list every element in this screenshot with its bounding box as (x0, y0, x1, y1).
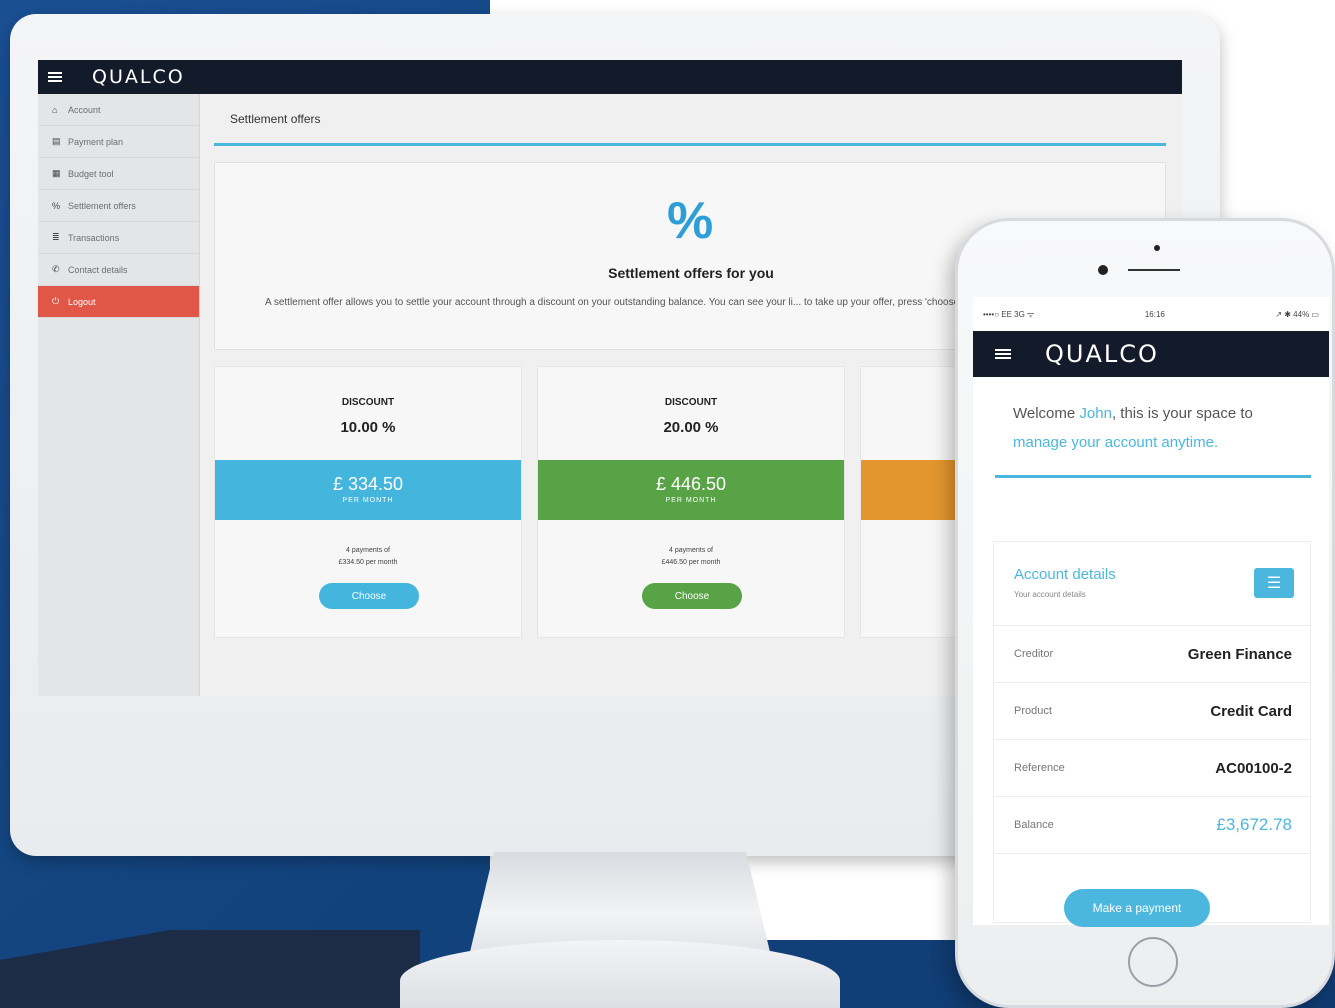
sidebar-item-label: Contact details (68, 264, 128, 275)
sidebar-item-account[interactable]: ⌂ Account (38, 94, 199, 126)
offer-amount-sub: PER MONTH (342, 497, 394, 504)
offer-card: DISCOUNT 20.00 % £ 446.50 PER MONTH 4 pa… (537, 366, 845, 638)
monitor-neck (470, 852, 770, 952)
phone-camera (1098, 265, 1108, 275)
welcome-message: Welcome John, this is your space to mana… (973, 377, 1329, 457)
sidebar-item-label: Transactions (68, 232, 120, 243)
hamburger-menu-icon[interactable] (48, 72, 62, 82)
offer-percent: 20.00 % (663, 419, 719, 436)
brand-logo: QUALCO (1045, 340, 1159, 368)
welcome-text: anytime. (1157, 434, 1219, 451)
sidebar-item-contact-details[interactable]: ✆ Contact details (38, 254, 199, 286)
sidebar: ⌂ Account ▤ Payment plan ▦ Budget tool %… (38, 94, 200, 696)
make-payment-button[interactable]: Make a payment (1064, 889, 1210, 927)
row-value: £3,672.78 (1216, 815, 1292, 834)
status-battery: ↗ ✱ 44% ▭ (1275, 309, 1319, 319)
mobile-phone: ••••○ EE 3G ᯤ 16:16 ↗ ✱ 44% ▭ QUALCO Wel… (955, 218, 1335, 1008)
calculator-icon: ▦ (52, 168, 61, 178)
sidebar-item-budget-tool[interactable]: ▦ Budget tool (38, 158, 199, 190)
welcome-divider (995, 475, 1311, 478)
choose-button[interactable]: Choose (642, 583, 742, 609)
account-details-subtitle: Your account details (1014, 590, 1086, 599)
offer-note-line: £334.50 per month (338, 559, 398, 566)
phone-icon: ✆ (52, 264, 60, 274)
row-label: Balance (1014, 819, 1054, 831)
offer-amount-band: £ 446.50 PER MONTH (538, 460, 844, 520)
account-row-creditor: Creditor Green Finance (994, 626, 1310, 683)
offer-percent: 10.00 % (340, 419, 396, 436)
sidebar-item-label: Logout (68, 296, 96, 307)
account-details-header: Account details Your account details ☰ (994, 542, 1310, 626)
row-label: Reference (1014, 762, 1065, 774)
offer-amount: £ 334.50 (332, 474, 404, 494)
page-title: Settlement offers (230, 112, 321, 126)
sidebar-item-label: Account (68, 104, 101, 115)
account-row-balance: Balance £3,672.78 (994, 797, 1310, 854)
sidebar-item-label: Budget tool (68, 168, 114, 179)
percent-icon: % (667, 192, 714, 250)
desktop-topbar: QUALCO (38, 60, 1182, 94)
welcome-text: Welcome (1013, 405, 1080, 422)
status-carrier: ••••○ EE 3G ᯤ (983, 309, 1035, 319)
offer-card: DISCOUNT 10.00 % £ 334.50 PER MONTH 4 pa… (214, 366, 522, 638)
offer-note-line: 4 payments of (669, 547, 713, 554)
manage-account-link[interactable]: manage your account (1013, 434, 1157, 451)
welcome-text: , this is your space to (1111, 405, 1253, 422)
brand-logo: QUALCO (92, 66, 185, 88)
phone-home-button[interactable] (1128, 937, 1178, 987)
account-row-reference: Reference AC00100-2 (994, 740, 1310, 797)
offer-amount-band: £ 334.50 PER MONTH (215, 460, 521, 520)
sidebar-item-payment-plan[interactable]: ▤ Payment plan (38, 126, 199, 158)
offer-note-line: £446.50 per month (661, 559, 721, 566)
phone-sensor (1154, 245, 1160, 251)
account-details-card: Account details Your account details ☰ C… (993, 541, 1311, 923)
percent-icon: % (52, 200, 61, 211)
row-value: Credit Card (1210, 702, 1292, 720)
home-icon: ⌂ (52, 104, 58, 115)
status-bar: ••••○ EE 3G ᯤ 16:16 ↗ ✱ 44% ▭ (973, 297, 1329, 331)
id-card-icon: ☰ (1254, 568, 1294, 598)
sidebar-item-settlement-offers[interactable]: % Settlement offers (38, 190, 199, 222)
offer-note-line: 4 payments of (346, 547, 390, 554)
row-label: Product (1014, 705, 1052, 717)
offer-note: 4 payments of £334.50 per month (215, 545, 521, 569)
user-name: John (1079, 405, 1112, 422)
sidebar-item-transactions[interactable]: ≣ Transactions (38, 222, 199, 254)
mobile-app: ••••○ EE 3G ᯤ 16:16 ↗ ✱ 44% ▭ QUALCO Wel… (973, 297, 1329, 925)
row-value: Green Finance (1187, 645, 1292, 663)
phone-speaker (1128, 269, 1180, 271)
offer-label: DISCOUNT (664, 397, 718, 408)
row-value: AC00100-2 (1215, 759, 1292, 777)
offer-label: DISCOUNT (341, 397, 395, 408)
list-icon: ≣ (52, 232, 60, 242)
hamburger-menu-icon[interactable] (995, 349, 1011, 359)
power-icon: ⏻ (52, 296, 60, 306)
offer-amount: £ 446.50 (655, 474, 727, 494)
offer-note: 4 payments of £446.50 per month (538, 545, 844, 569)
row-label: Creditor (1014, 648, 1054, 660)
choose-button[interactable]: Choose (319, 583, 419, 609)
offer-amount-sub: PER MONTH (665, 497, 717, 504)
status-time: 16:16 (1144, 309, 1165, 319)
sidebar-item-logout[interactable]: ⏻ Logout (38, 286, 199, 318)
sidebar-item-label: Payment plan (68, 136, 124, 147)
account-details-title: Account details (1014, 566, 1116, 583)
sidebar-item-label: Settlement offers (68, 200, 136, 211)
title-divider (214, 143, 1166, 146)
account-row-product: Product Credit Card (994, 683, 1310, 740)
mobile-topbar: QUALCO (973, 331, 1329, 377)
calendar-icon: ▤ (52, 136, 61, 146)
